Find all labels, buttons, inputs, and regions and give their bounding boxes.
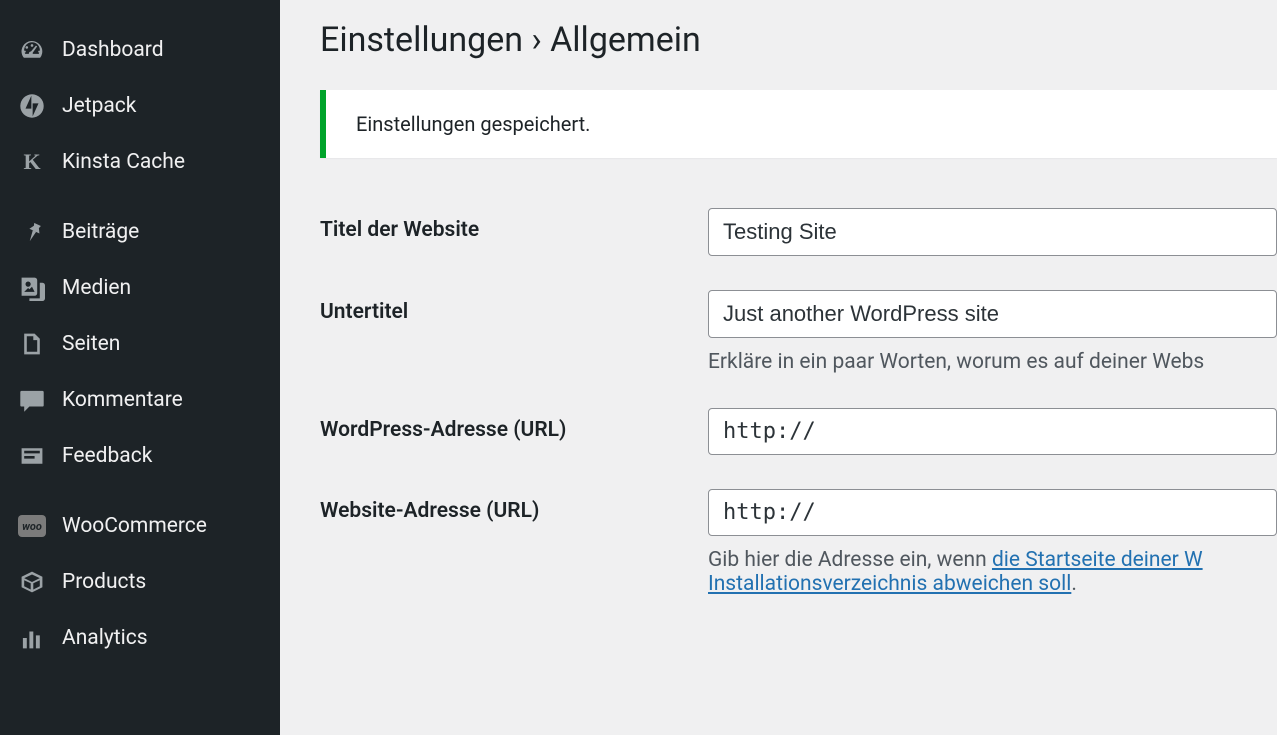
- products-icon: [18, 568, 46, 596]
- sidebar-item-dashboard[interactable]: Dashboard: [0, 22, 280, 78]
- feedback-icon: [18, 442, 46, 470]
- label-tagline: Untertitel: [320, 290, 708, 324]
- comment-icon: [18, 386, 46, 414]
- page-title: Einstellungen › Allgemein: [320, 20, 1277, 60]
- row-site-url: Website-Adresse (URL) Gib hier die Adres…: [320, 489, 1277, 596]
- site-url-input[interactable]: [708, 489, 1277, 536]
- notice-message: Einstellungen gespeichert.: [356, 112, 590, 136]
- pages-icon: [18, 330, 46, 358]
- kinsta-icon: K: [18, 148, 46, 176]
- sidebar-item-posts[interactable]: Beiträge: [0, 204, 280, 260]
- sidebar-item-pages[interactable]: Seiten: [0, 316, 280, 372]
- sidebar-item-products[interactable]: Products: [0, 554, 280, 610]
- site-url-help-link-2[interactable]: Installationsverzeichnis abweichen soll: [708, 572, 1071, 596]
- sidebar-item-label: Kommentare: [62, 388, 183, 412]
- sidebar-item-label: Analytics: [62, 626, 148, 650]
- site-url-description: Gib hier die Adresse ein, wenn die Start…: [708, 548, 1277, 596]
- sidebar-item-analytics[interactable]: Analytics: [0, 610, 280, 666]
- row-wp-url: WordPress-Adresse (URL): [320, 408, 1277, 455]
- tagline-input[interactable]: [708, 290, 1277, 338]
- row-tagline: Untertitel Erkläre in ein paar Worten, w…: [320, 290, 1277, 374]
- sidebar-item-comments[interactable]: Kommentare: [0, 372, 280, 428]
- dashboard-icon: [18, 36, 46, 64]
- site-title-input[interactable]: [708, 208, 1277, 256]
- sidebar-item-kinsta-cache[interactable]: K Kinsta Cache: [0, 134, 280, 190]
- pin-icon: [18, 218, 46, 246]
- sidebar-item-feedback[interactable]: Feedback: [0, 428, 280, 484]
- sidebar-item-media[interactable]: Medien: [0, 260, 280, 316]
- sidebar-item-label: Beiträge: [62, 220, 139, 244]
- label-wp-url: WordPress-Adresse (URL): [320, 408, 708, 442]
- woocommerce-icon: woo: [18, 512, 46, 540]
- admin-sidebar: Dashboard Jetpack K Kinsta Cache Beiträg…: [0, 0, 280, 735]
- sidebar-item-label: Products: [62, 570, 146, 594]
- sidebar-item-label: Medien: [62, 276, 131, 300]
- media-icon: [18, 274, 46, 302]
- sidebar-item-label: Jetpack: [62, 94, 136, 118]
- analytics-icon: [18, 624, 46, 652]
- wp-url-input[interactable]: [708, 408, 1277, 455]
- sidebar-item-label: Feedback: [62, 444, 152, 468]
- site-url-help-link-1[interactable]: die Startseite deiner W: [992, 548, 1203, 572]
- label-site-title: Titel der Website: [320, 208, 708, 242]
- label-site-url: Website-Adresse (URL): [320, 489, 708, 523]
- sidebar-item-label: Seiten: [62, 332, 120, 356]
- main-content: Einstellungen › Allgemein Einstellungen …: [280, 0, 1277, 735]
- tagline-description: Erkläre in ein paar Worten, worum es auf…: [708, 350, 1277, 374]
- row-site-title: Titel der Website: [320, 208, 1277, 256]
- sidebar-item-label: WooCommerce: [62, 514, 207, 538]
- sidebar-item-jetpack[interactable]: Jetpack: [0, 78, 280, 134]
- jetpack-icon: [18, 92, 46, 120]
- sidebar-item-label: Kinsta Cache: [62, 150, 185, 174]
- sidebar-item-label: Dashboard: [62, 38, 164, 62]
- settings-saved-notice: Einstellungen gespeichert.: [320, 90, 1277, 158]
- sidebar-item-woocommerce[interactable]: woo WooCommerce: [0, 498, 280, 554]
